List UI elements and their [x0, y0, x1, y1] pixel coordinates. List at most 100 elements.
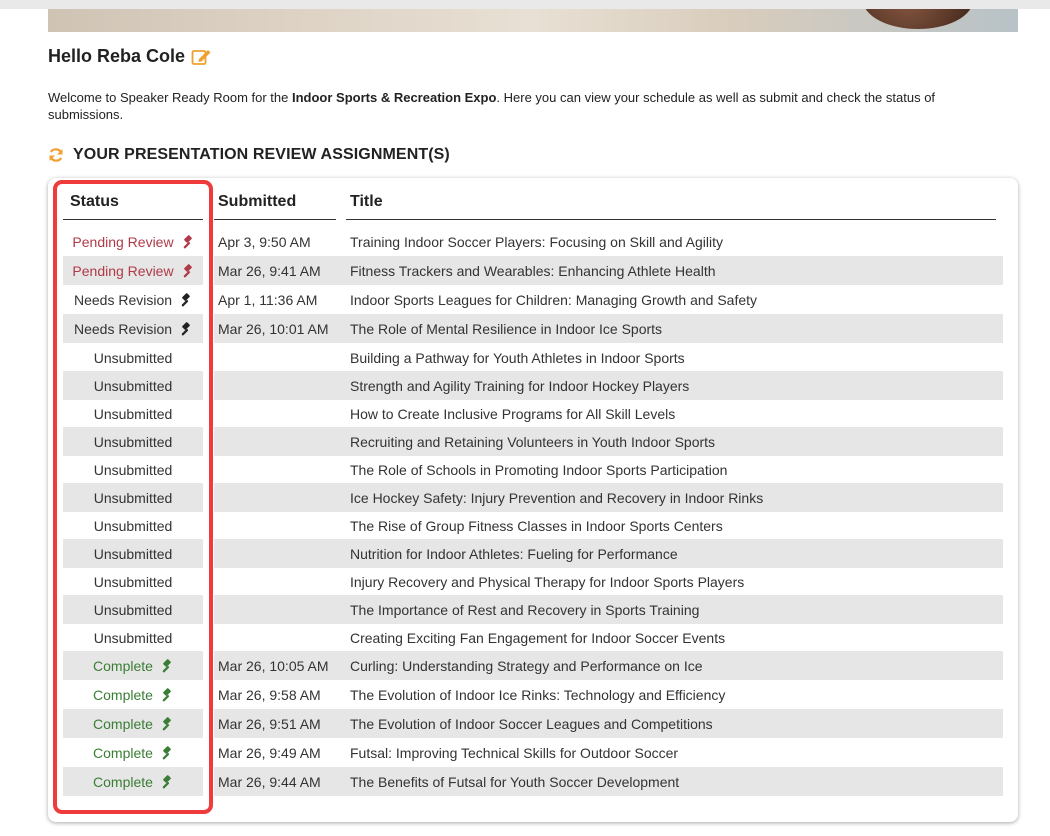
column-gap [203, 256, 214, 285]
gavel-icon[interactable] [159, 716, 173, 731]
status-label: Unsubmitted [93, 489, 173, 506]
presentation-title[interactable]: Curling: Understanding Strategy and Perf… [350, 651, 703, 680]
column-gap [203, 680, 214, 709]
column-gap [203, 511, 214, 540]
submitted-date: Mar 26, 9:58 AM [218, 686, 321, 703]
status-cell[interactable]: Unsubmitted [63, 567, 203, 596]
presentation-title[interactable]: Injury Recovery and Physical Therapy for… [350, 567, 744, 596]
table-row[interactable]: Unsubmitted The Rise of Group Fitness Cla… [63, 511, 1003, 540]
table-row[interactable]: Unsubmitted The Importance of Rest and Re… [63, 595, 1003, 624]
column-gap [203, 483, 214, 512]
status-cell[interactable]: Needs Revision [63, 314, 203, 343]
table-row[interactable]: Unsubmitted Building a Pathway for Youth … [63, 343, 1003, 372]
table-row[interactable]: Complete Mar 26, 9:44 AM The Benefits of F… [63, 767, 1003, 796]
submitted-date: Mar 26, 9:44 AM [218, 773, 321, 790]
presentation-title[interactable]: The Evolution of Indoor Ice Rinks: Techn… [350, 680, 725, 709]
presentation-title[interactable]: The Evolution of Indoor Soccer Leagues a… [350, 709, 713, 738]
column-gap [203, 285, 214, 314]
status-cell[interactable]: Unsubmitted [63, 511, 203, 540]
presentation-title[interactable]: Nutrition for Indoor Athletes: Fueling f… [350, 539, 678, 568]
status-label: Needs Revision [73, 320, 173, 337]
status-cell[interactable]: Complete [63, 680, 203, 709]
presentation-title[interactable]: The Importance of Rest and Recovery in S… [350, 595, 699, 624]
table-row[interactable]: Unsubmitted Strength and Agility Training… [63, 371, 1003, 400]
status-cell[interactable]: Unsubmitted [63, 343, 203, 372]
table-row[interactable]: Unsubmitted Ice Hockey Safety: Injury Pre… [63, 483, 1003, 512]
status-cell[interactable]: Complete [63, 709, 203, 738]
refresh-icon[interactable] [48, 147, 64, 163]
column-gap [203, 227, 214, 256]
status-label: Unsubmitted [93, 461, 173, 478]
status-cell[interactable]: Unsubmitted [63, 371, 203, 400]
column-header-title[interactable]: Title [350, 193, 383, 211]
gavel-icon[interactable] [178, 321, 192, 336]
table-row[interactable]: Unsubmitted Creating Exciting Fan Engagem… [63, 623, 1003, 652]
section-title-text: YOUR PRESENTATION REVIEW ASSIGNMENT(S) [73, 146, 450, 163]
presentation-title[interactable]: The Benefits of Futsal for Youth Soccer … [350, 767, 679, 796]
gavel-icon[interactable] [159, 774, 173, 789]
presentation-title[interactable]: The Rise of Group Fitness Classes in Ind… [350, 511, 723, 540]
status-cell[interactable]: Pending Review [63, 256, 203, 285]
presentation-title[interactable]: Building a Pathway for Youth Athletes in… [350, 343, 685, 372]
gavel-icon[interactable] [180, 263, 194, 278]
column-header-status[interactable]: Status [70, 193, 119, 211]
column-gap [203, 738, 214, 767]
status-cell[interactable]: Unsubmitted [63, 483, 203, 512]
status-label: Pending Review [72, 262, 174, 279]
presentation-title[interactable]: The Role of Mental Resilience in Indoor … [350, 314, 662, 343]
status-cell[interactable]: Complete [63, 767, 203, 796]
submitted-date: Apr 1, 11:36 AM [218, 291, 318, 308]
greeting: Hello Reba Cole [48, 46, 213, 67]
table-row[interactable]: Pending Review Apr 3, 9:50 AM Training Ind… [63, 227, 1003, 256]
status-label: Needs Revision [73, 291, 173, 308]
submitted-date: Mar 26, 9:41 AM [218, 262, 321, 279]
status-cell[interactable]: Unsubmitted [63, 427, 203, 456]
status-cell[interactable]: Needs Revision [63, 285, 203, 314]
presentation-title[interactable]: Creating Exciting Fan Engagement for Ind… [350, 623, 725, 652]
gavel-icon[interactable] [159, 687, 173, 702]
status-cell[interactable]: Complete [63, 738, 203, 767]
table-row[interactable]: Complete Mar 26, 9:58 AM The Evolution of … [63, 680, 1003, 709]
status-cell[interactable]: Pending Review [63, 227, 203, 256]
gavel-icon[interactable] [180, 234, 194, 249]
presentation-title[interactable]: Ice Hockey Safety: Injury Prevention and… [350, 483, 763, 512]
table-row[interactable]: Pending Review Mar 26, 9:41 AM Fitness Tra… [63, 256, 1003, 285]
presentation-title[interactable]: How to Create Inclusive Programs for All… [350, 399, 675, 428]
column-gap [203, 595, 214, 624]
banner-image [48, 9, 1018, 32]
table-row[interactable]: Unsubmitted Recruiting and Retaining Volu… [63, 427, 1003, 456]
column-gap [203, 709, 214, 738]
table-row[interactable]: Complete Mar 26, 9:49 AM Futsal: Improving… [63, 738, 1003, 767]
column-gap [203, 343, 214, 372]
edit-profile-icon[interactable] [191, 47, 213, 67]
section-title: YOUR PRESENTATION REVIEW ASSIGNMENT(S) [48, 146, 450, 164]
gavel-icon[interactable] [159, 745, 173, 760]
table-row[interactable]: Unsubmitted Nutrition for Indoor Athletes… [63, 539, 1003, 568]
status-cell[interactable]: Unsubmitted [63, 623, 203, 652]
gavel-icon[interactable] [178, 292, 192, 307]
table-row[interactable]: Unsubmitted How to Create Inclusive Progr… [63, 399, 1003, 428]
table-row[interactable]: Needs Revision Apr 1, 11:36 AM Indoor Spor… [63, 285, 1003, 314]
presentation-title[interactable]: Strength and Agility Training for Indoor… [350, 371, 689, 400]
status-cell[interactable]: Unsubmitted [63, 595, 203, 624]
banner-decoration [863, 9, 973, 29]
status-cell[interactable]: Unsubmitted [63, 399, 203, 428]
table-row[interactable]: Needs Revision Mar 26, 10:01 AM The Role o… [63, 314, 1003, 343]
submitted-date: Apr 3, 9:50 AM [218, 233, 311, 250]
column-header-submitted[interactable]: Submitted [218, 193, 296, 211]
status-cell[interactable]: Unsubmitted [63, 455, 203, 484]
table-row[interactable]: Complete Mar 26, 9:51 AM The Evolution of … [63, 709, 1003, 738]
presentation-title[interactable]: Futsal: Improving Technical Skills for O… [350, 738, 678, 767]
table-row[interactable]: Unsubmitted The Role of Schools in Promot… [63, 455, 1003, 484]
table-row[interactable]: Unsubmitted Injury Recovery and Physical … [63, 567, 1003, 596]
table-row[interactable]: Complete Mar 26, 10:05 AM Curling: Underst… [63, 651, 1003, 680]
presentation-title[interactable]: Fitness Trackers and Wearables: Enhancin… [350, 256, 716, 285]
gavel-icon[interactable] [159, 658, 173, 673]
status-cell[interactable]: Complete [63, 651, 203, 680]
presentation-title[interactable]: Indoor Sports Leagues for Children: Mana… [350, 285, 757, 314]
presentation-title[interactable]: Training Indoor Soccer Players: Focusing… [350, 227, 723, 256]
presentation-title[interactable]: The Role of Schools in Promoting Indoor … [350, 455, 727, 484]
status-label: Unsubmitted [93, 349, 173, 366]
presentation-title[interactable]: Recruiting and Retaining Volunteers in Y… [350, 427, 715, 456]
status-cell[interactable]: Unsubmitted [63, 539, 203, 568]
